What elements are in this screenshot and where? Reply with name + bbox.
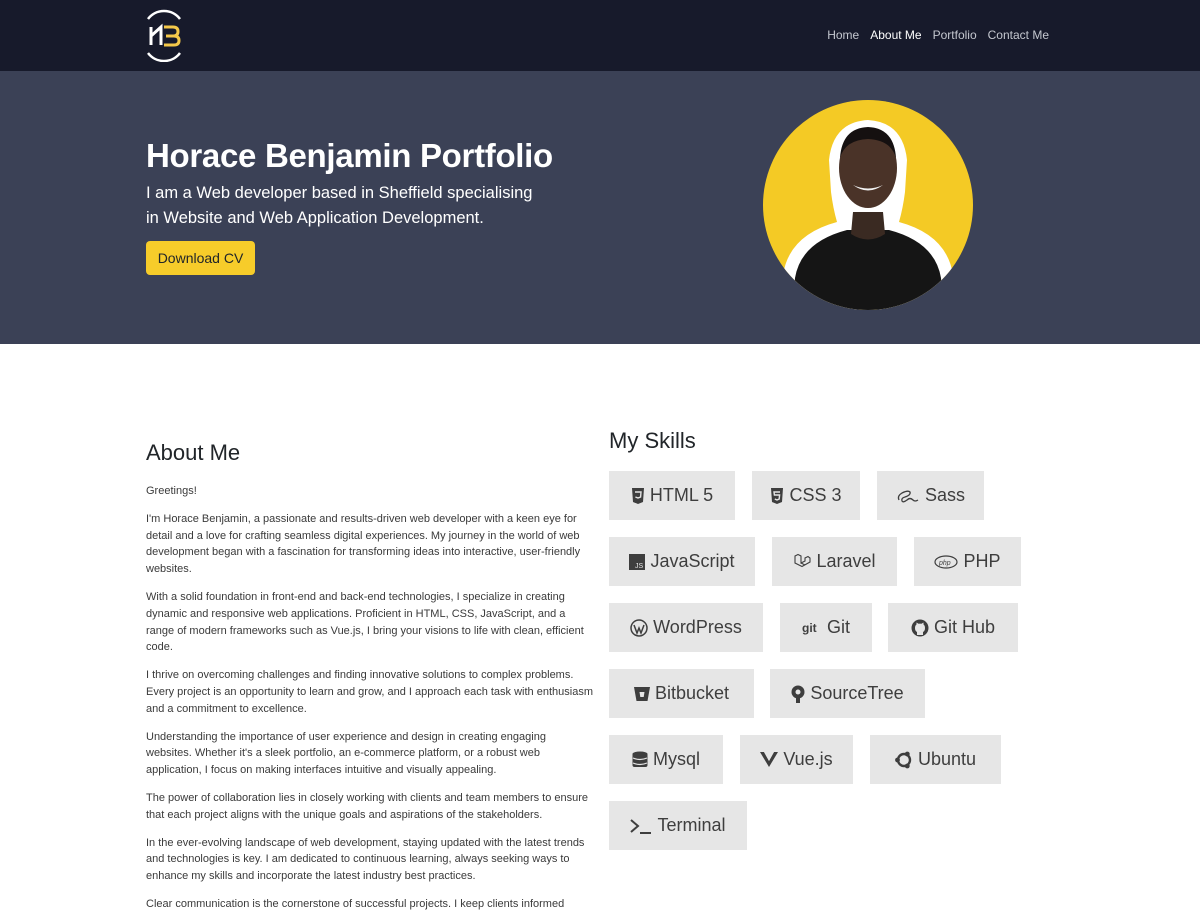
svg-text:JS: JS	[635, 563, 644, 570]
skill-badge-css3: CSS 3	[752, 471, 860, 520]
about-paragraph: In the ever-evolving landscape of web de…	[146, 836, 585, 883]
skill-label: CSS 3	[789, 485, 842, 505]
skill-badge-wordpress: WordPress	[609, 603, 763, 652]
about-paragraph: I'm Horace Benjamin, a passionate and re…	[146, 512, 581, 576]
svg-text:git: git	[802, 621, 817, 635]
nav-portfolio-link[interactable]: Portfolio	[933, 27, 977, 43]
about-paragraph: Greetings!	[146, 485, 197, 497]
nav-home-link[interactable]: Home	[827, 27, 859, 43]
skill-badge-ubuntu: Ubuntu	[870, 735, 1001, 784]
skill-label: Bitbucket	[654, 683, 730, 703]
skill-label: Laravel	[816, 551, 876, 571]
skill-badge-laravel: Laravel	[772, 537, 897, 586]
skill-label: Git Hub	[933, 617, 996, 637]
about-section: About Me Greetings! I'm Horace Benjamin,…	[146, 440, 594, 924]
navbar: Home About Me Portfolio Contact Me	[0, 0, 1200, 71]
skill-badge-bitbucket: Bitbucket	[609, 669, 754, 718]
skill-label: Vue.js	[783, 749, 833, 769]
nav-about-link[interactable]: About Me	[870, 27, 921, 43]
sourcetree-icon	[791, 685, 805, 703]
php-icon: php	[934, 554, 959, 569]
bitbucket-icon	[633, 686, 650, 701]
about-paragraph: I thrive on overcoming challenges and fi…	[146, 669, 593, 715]
skill-label: WordPress	[653, 617, 742, 637]
profile-photo-illustration	[781, 120, 955, 310]
wordpress-icon	[630, 618, 648, 637]
skill-label: Terminal	[657, 815, 726, 835]
download-cv-button[interactable]: Download CV	[146, 241, 255, 275]
skill-badge-sass: Sass	[877, 471, 984, 520]
skill-badge-html5: HTML 5	[609, 471, 735, 520]
skill-label: SourceTree	[810, 683, 904, 703]
skill-badge-git: git Git	[780, 603, 872, 652]
laravel-icon	[794, 553, 812, 567]
ubuntu-icon	[895, 751, 912, 768]
hero-title: Horace Benjamin Portfolio	[146, 137, 553, 174]
skills-heading: My Skills	[609, 428, 696, 453]
skill-badge-github: Git Hub	[888, 603, 1018, 652]
skills-section: My Skills HTML 5 CSS 3 Sass JS JavaScrip…	[609, 428, 1021, 850]
about-paragraph: With a solid foundation in front-end and…	[146, 590, 584, 654]
github-icon	[911, 619, 929, 636]
skill-label: Mysql	[652, 749, 700, 769]
skill-label: PHP	[963, 551, 1001, 571]
about-paragraph: The power of collaboration lies in close…	[146, 791, 589, 821]
skill-label: HTML 5	[649, 485, 714, 505]
javascript-icon: JS	[629, 553, 646, 570]
main-nav: Home About Me Portfolio Contact Me	[827, 27, 1049, 43]
skill-label: JavaScript	[650, 551, 735, 571]
logo[interactable]	[144, 8, 184, 63]
skill-badge-vuejs: Vue.js	[740, 735, 853, 784]
css3-icon	[771, 487, 784, 504]
vuejs-icon	[760, 752, 779, 767]
about-paragraph: Understanding the importance of user exp…	[146, 730, 546, 777]
skill-badge-php: php PHP	[914, 537, 1021, 586]
skill-badge-terminal: Terminal	[609, 801, 747, 850]
skill-badge-mysql: Mysql	[609, 735, 723, 784]
skill-badge-javascript: JS JavaScript	[609, 537, 755, 586]
sass-icon	[897, 490, 919, 502]
git-icon: git	[802, 621, 817, 635]
nav-contact-link[interactable]: Contact Me	[988, 27, 1049, 43]
database-icon	[632, 751, 648, 767]
about-heading: About Me	[146, 440, 241, 465]
skill-label: Sass	[924, 485, 966, 505]
hb-logo-icon	[147, 9, 181, 63]
profile-photo	[763, 100, 973, 310]
skill-label: Ubuntu	[917, 749, 977, 769]
svg-text:php: php	[938, 560, 951, 567]
about-paragraph: Clear communication is the cornerstone o…	[146, 897, 565, 910]
terminal-icon	[630, 818, 652, 834]
skill-badge-sourcetree: SourceTree	[770, 669, 925, 718]
skill-label: Git	[826, 617, 850, 637]
hero-section: Horace Benjamin Portfolio I am a Web dev…	[0, 71, 1200, 344]
html5-icon	[631, 487, 644, 504]
hero-subtitle: I am a Web developer based in Sheffield …	[146, 184, 533, 227]
